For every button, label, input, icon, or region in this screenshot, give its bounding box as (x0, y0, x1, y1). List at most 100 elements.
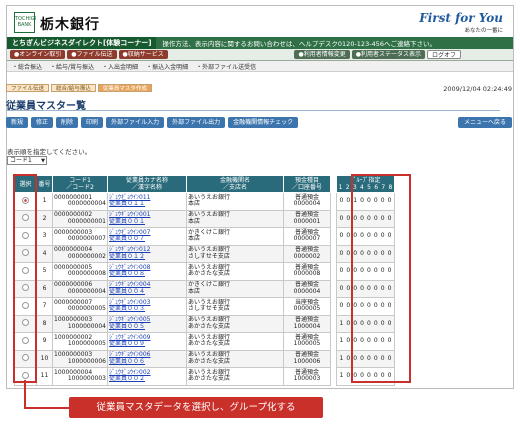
sort-select[interactable]: コード1 ▼ (7, 156, 47, 165)
branch-name: あかさたな支店 (188, 270, 231, 278)
group-flag[interactable]: 0 (340, 197, 344, 205)
group-flag[interactable]: 0 (346, 197, 350, 205)
back-to-menu-button[interactable]: メニューへ戻る (457, 117, 512, 128)
branch-name: 本店 (188, 217, 201, 225)
col-number: 番号 (36, 175, 53, 193)
site-header: TOCHIGI BANK 栃木銀行 First for You あなたの一番に (7, 6, 513, 37)
branch-name: あかさたな支店 (188, 375, 231, 383)
employee-kanji-link[interactable]: 従業員０１１ (109, 201, 185, 208)
account-number: 1000003 (293, 375, 321, 383)
row-number: 6 (36, 279, 53, 298)
code2: 0000000002 (67, 252, 106, 260)
submenu-transfer-statement[interactable]: ・振込入金明細 (146, 62, 188, 71)
account-cell: 普通預金 1000005 (283, 332, 331, 351)
group-flag[interactable]: 0 (346, 302, 350, 310)
table-row: 2 0000000002 0000000001 ｼﾞｭｳｷﾞｮｳｲﾝ001 従業員０… (14, 209, 395, 228)
group-flag[interactable]: 0 (340, 250, 344, 258)
sort-label: 表示順を指定してください。 (7, 148, 92, 156)
account-number: 0000004 (293, 200, 321, 208)
account-cell: 普通預金 0000008 (283, 262, 331, 281)
employee-kanji-link[interactable]: 従業員００９ (109, 341, 185, 348)
name-cell: ｼﾞｭｳｷﾞｮｳｲﾝ007 従業員００７ (107, 227, 187, 246)
export-file-button[interactable]: 外部ファイル出力 (167, 117, 226, 128)
submenu-bulk-transfer[interactable]: ・総合振込 (12, 62, 42, 71)
logoff-button[interactable]: ログオフ (426, 50, 461, 59)
table-row: 1 0000000001 0000000004 ｼﾞｭｳｷﾞｮｳｲﾝ011 従業員０… (14, 192, 395, 211)
employee-kanji-link[interactable]: 従業員００３ (109, 306, 185, 313)
employee-kanji-link[interactable]: 従業員００４ (109, 288, 185, 296)
group-flag[interactable]: 0 (340, 285, 344, 293)
callout-label: 従業員マスタデータを選択し、グループ化する (69, 397, 323, 418)
table-row: 10 1000000003 1000000006 ｼﾞｭｳｷﾞｮｳｲﾝ006 従業員… (14, 349, 395, 368)
group-flag[interactable]: 1 (340, 355, 344, 363)
import-file-button[interactable]: 外部ファイル入力 (106, 117, 165, 128)
breadcrumb-employee-master: 従業員マスタ作成 (97, 84, 152, 92)
group-col-1: 1 (338, 184, 343, 191)
table-row: 6 0000000006 0000000004 ｼﾞｭｳｷﾞｮｳｲﾝ004 従業員０… (14, 279, 395, 298)
employee-kanji-link[interactable]: 従業員００２ (109, 376, 185, 383)
tab-user-info-change[interactable]: ●利用者情報変更 (294, 50, 350, 59)
bank-name: 栃木銀行 (40, 17, 100, 33)
name-cell: ｼﾞｭｳｷﾞｮｳｲﾝ005 従業員００５ (107, 314, 187, 333)
tab-online-transaction[interactable]: ●オンライン取引 (10, 50, 66, 59)
group-flag[interactable]: 1 (340, 320, 344, 328)
print-button[interactable]: 印刷 (81, 117, 104, 128)
branch-name: あかさたな支店 (188, 322, 231, 330)
account-cell: 普通預金 0000004 (283, 279, 331, 298)
sort-select-value: コード1 (10, 157, 32, 164)
group-flag[interactable]: 1 (340, 337, 344, 345)
edit-button[interactable]: 修正 (31, 117, 54, 128)
bank-check-button[interactable]: 金融機関情報チェック (228, 117, 299, 128)
bank-logo: TOCHIGI BANK (14, 12, 36, 33)
breadcrumb-file-transfer[interactable]: ファイル伝送 (6, 84, 50, 92)
row-number: 10 (36, 349, 53, 368)
group-flag[interactable]: 0 (346, 355, 350, 363)
col-bank: 金融機関名 ／支店名 (186, 175, 284, 193)
account-cell: 普通預金 1000006 (283, 349, 331, 368)
submenu-external-file[interactable]: ・外部ファイル送受信 (196, 62, 256, 71)
delete-button[interactable]: 削除 (56, 117, 79, 128)
account-cell: 普通預金 1000003 (283, 367, 331, 386)
group-flag[interactable]: 0 (340, 267, 344, 275)
group-flag[interactable]: 0 (346, 267, 350, 275)
tab-file-transfer[interactable]: ●ファイル伝送 (67, 50, 117, 59)
new-button[interactable]: 新規 (6, 117, 29, 128)
table-body: 1 0000000001 0000000004 ｼﾞｭｳｷﾞｮｳｲﾝ011 従業員０… (14, 192, 395, 386)
group-flag[interactable]: 0 (346, 232, 350, 240)
group-flag[interactable]: 0 (346, 372, 350, 380)
employee-kanji-link[interactable]: 従業員００８ (109, 271, 185, 278)
employee-kanji-link[interactable]: 従業員００６ (109, 358, 185, 366)
account-cell: 普通預金 0000007 (283, 227, 331, 246)
bank-cell: かきくけこ銀行 本店 (186, 279, 284, 298)
group-flag[interactable]: 0 (346, 250, 350, 258)
select-column-highlight (13, 174, 37, 383)
name-cell: ｼﾞｭｳｷﾞｮｳｲﾝ002 従業員００２ (107, 367, 187, 386)
code2: 1000000003 (67, 375, 106, 383)
group-flag[interactable]: 1 (340, 372, 344, 380)
row-number: 3 (36, 227, 53, 246)
tab-user-status[interactable]: ●利用者ステータス表示 (351, 50, 425, 59)
breadcrumb-transfer[interactable]: 総合/給与振込 (51, 84, 96, 92)
group-flag[interactable]: 0 (346, 337, 350, 345)
branch-name: 本店 (188, 235, 201, 243)
group-flag[interactable]: 0 (340, 215, 344, 223)
employee-kanji-link[interactable]: 従業員００１ (109, 218, 185, 226)
employee-kanji-link[interactable]: 従業員００５ (109, 323, 185, 331)
employee-kanji-link[interactable]: 従業員０１２ (109, 253, 185, 261)
group-flag[interactable]: 0 (346, 320, 350, 328)
group-flag[interactable]: 0 (340, 302, 344, 310)
branch-name: あかさたな支店 (188, 357, 231, 365)
employee-kanji-link[interactable]: 従業員００７ (109, 236, 185, 243)
group-flag[interactable]: 0 (340, 232, 344, 240)
submenu-statement[interactable]: ・入出金明細 (102, 62, 138, 71)
group-flag[interactable]: 0 (346, 215, 350, 223)
submenu-salary-transfer[interactable]: ・給与/賞与振込 (50, 62, 94, 71)
col-name: 従業員カナ名称 ／漢字名称 (107, 175, 187, 193)
name-cell: ｼﾞｭｳｷﾞｮｳｲﾝ011 従業員０１１ (107, 192, 187, 211)
tab-collection-service[interactable]: ●収納サービス (118, 50, 168, 59)
group-flag[interactable]: 0 (346, 285, 350, 293)
table-header: 選択 番号 コード1 ／コード2 従業員カナ名称 ／漢字名称 金融機関名 ／支店… (14, 175, 395, 193)
account-number: 0000008 (293, 270, 321, 278)
code-cell: 0000000003 0000000007 (52, 227, 108, 246)
table-row: 7 0000000007 0000000005 ｼﾞｭｳｷﾞｮｳｲﾝ003 従業員０… (14, 297, 395, 316)
